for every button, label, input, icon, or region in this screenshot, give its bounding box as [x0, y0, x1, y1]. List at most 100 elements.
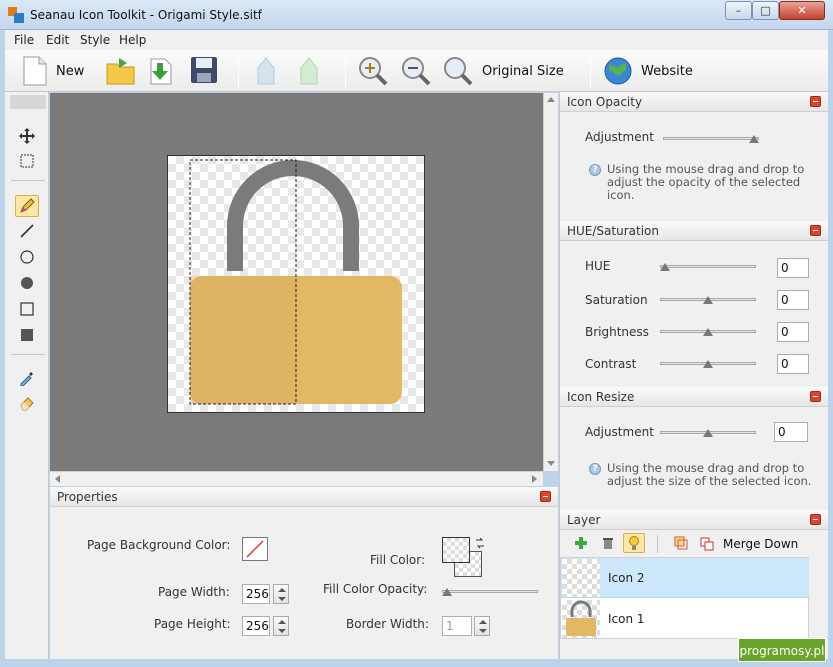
- page-height-spinner[interactable]: [273, 616, 289, 636]
- pencil-tool[interactable]: [15, 195, 39, 217]
- vertical-scrollbar[interactable]: [543, 93, 558, 471]
- close-panel-icon[interactable]: [810, 96, 821, 107]
- import-icon[interactable]: [145, 55, 177, 87]
- menu-help[interactable]: Help: [119, 33, 146, 47]
- maximize-button[interactable]: □: [752, 1, 779, 20]
- properties-header: Properties: [50, 487, 558, 507]
- page-width-spinner[interactable]: [273, 584, 289, 604]
- minimize-button[interactable]: –: [725, 1, 752, 20]
- slider-thumb[interactable]: [703, 328, 713, 336]
- zoom-original-icon: [444, 57, 473, 86]
- brightness-input[interactable]: 0: [777, 322, 809, 342]
- slider-thumb[interactable]: [660, 263, 670, 271]
- layer-row-icon-1[interactable]: Icon 1: [561, 599, 809, 639]
- redo-icon[interactable]: [295, 56, 323, 86]
- new-document-icon: [23, 56, 47, 86]
- icon-resize-title: Icon Resize: [567, 390, 635, 404]
- rectangle-tool[interactable]: [15, 298, 39, 320]
- line-tool[interactable]: [15, 220, 39, 242]
- eyedropper-tool[interactable]: [15, 367, 39, 389]
- layer-thumbnail: [562, 600, 600, 638]
- hue-slider[interactable]: [660, 260, 756, 274]
- help-line: adjust the size of the selected icon.: [607, 474, 812, 488]
- page-height-input[interactable]: 256: [242, 616, 270, 636]
- fill-opacity-label: Fill Color Opacity:: [323, 582, 428, 596]
- contrast-slider[interactable]: [660, 357, 756, 371]
- duplicate-layer-icon[interactable]: [674, 536, 688, 550]
- fill-opacity-slider[interactable]: [442, 585, 538, 599]
- layer-section: Layer Merge Down Icon 2 Icon 1: [560, 510, 828, 659]
- eraser-tool[interactable]: [15, 392, 39, 414]
- marquee-icon: [20, 154, 34, 168]
- scroll-down-icon[interactable]: [547, 461, 555, 466]
- layer-row-icon-2[interactable]: Icon 2: [561, 558, 809, 598]
- resize-input[interactable]: 0: [774, 422, 808, 442]
- close-panel-icon[interactable]: [540, 491, 551, 502]
- zoom-out-icon[interactable]: [400, 55, 432, 87]
- lock-thumbnail-icon: [566, 600, 596, 636]
- slider-thumb[interactable]: [442, 588, 452, 596]
- properties-panel: Properties Page Background Color: Page W…: [50, 487, 558, 659]
- menu-style[interactable]: Style: [80, 33, 110, 47]
- save-icon[interactable]: [189, 55, 219, 85]
- close-panel-icon[interactable]: [810, 225, 821, 236]
- icon-opacity-title: Icon Opacity: [567, 95, 643, 109]
- add-layer-icon[interactable]: [574, 536, 588, 550]
- border-width-spinner[interactable]: [474, 616, 490, 636]
- new-button[interactable]: New: [22, 50, 84, 92]
- hue-input[interactable]: 0: [777, 258, 809, 278]
- visibility-toggle[interactable]: [623, 533, 645, 553]
- hue-saturation-title: HUE/Saturation: [567, 224, 659, 238]
- page-background-swatch[interactable]: [242, 537, 268, 561]
- undo-icon[interactable]: [252, 56, 280, 86]
- saturation-input[interactable]: 0: [777, 290, 809, 310]
- close-panel-icon[interactable]: [810, 391, 821, 402]
- select-tool[interactable]: [15, 150, 39, 172]
- trash-icon[interactable]: [601, 536, 615, 550]
- filled-rectangle-tool[interactable]: [15, 324, 39, 346]
- pencil-icon: [20, 198, 35, 213]
- brightness-slider[interactable]: [660, 325, 756, 339]
- contrast-input[interactable]: 0: [777, 354, 809, 374]
- help-line: icon.: [607, 188, 635, 202]
- lock-shackle: [227, 160, 359, 271]
- original-size-button[interactable]: Original Size: [442, 50, 564, 92]
- fill-color-picker[interactable]: [442, 537, 488, 577]
- hue-saturation-header: HUE/Saturation: [560, 221, 828, 241]
- website-button[interactable]: Website: [603, 50, 693, 92]
- scroll-right-icon[interactable]: [532, 475, 537, 483]
- new-label: New: [56, 63, 85, 79]
- scroll-up-icon[interactable]: [547, 97, 555, 102]
- scroll-left-icon[interactable]: [55, 475, 60, 483]
- slider-thumb[interactable]: [703, 429, 713, 437]
- slider-thumb[interactable]: [703, 296, 713, 304]
- fill-foreground-swatch[interactable]: [442, 537, 470, 563]
- border-width-input[interactable]: 1: [442, 616, 472, 636]
- layer-thumbnail: [562, 559, 600, 597]
- canvas-viewport: [50, 93, 543, 471]
- slider-thumb[interactable]: [749, 135, 759, 143]
- close-button[interactable]: ✕: [779, 1, 825, 20]
- merge-down-button[interactable]: Merge Down: [700, 534, 798, 554]
- move-tool[interactable]: [15, 125, 39, 147]
- opacity-slider[interactable]: [663, 132, 759, 146]
- icon-canvas[interactable]: [167, 155, 425, 413]
- filled-ellipse-tool[interactable]: [15, 272, 39, 294]
- menu-file[interactable]: File: [14, 33, 34, 47]
- horizontal-scrollbar[interactable]: [50, 471, 543, 486]
- resize-help-text: Using the mouse drag and drop to adjust …: [607, 462, 822, 488]
- saturation-slider[interactable]: [660, 293, 756, 307]
- right-panel: Icon Opacity Adjustment ? Using the mous…: [559, 92, 828, 659]
- ellipse-tool[interactable]: [15, 246, 39, 268]
- page-height-label: Page Height:: [154, 617, 231, 631]
- menu-edit[interactable]: Edit: [46, 33, 69, 47]
- page-width-input[interactable]: 256: [242, 584, 270, 604]
- open-folder-icon[interactable]: [105, 55, 137, 87]
- website-label: Website: [641, 63, 693, 79]
- resize-slider[interactable]: [660, 426, 756, 440]
- zoom-in-icon[interactable]: [357, 55, 389, 87]
- swap-colors-icon[interactable]: [474, 537, 486, 549]
- slider-thumb[interactable]: [703, 360, 713, 368]
- layer-toolbar-separator: [657, 535, 658, 553]
- close-panel-icon[interactable]: [810, 514, 821, 525]
